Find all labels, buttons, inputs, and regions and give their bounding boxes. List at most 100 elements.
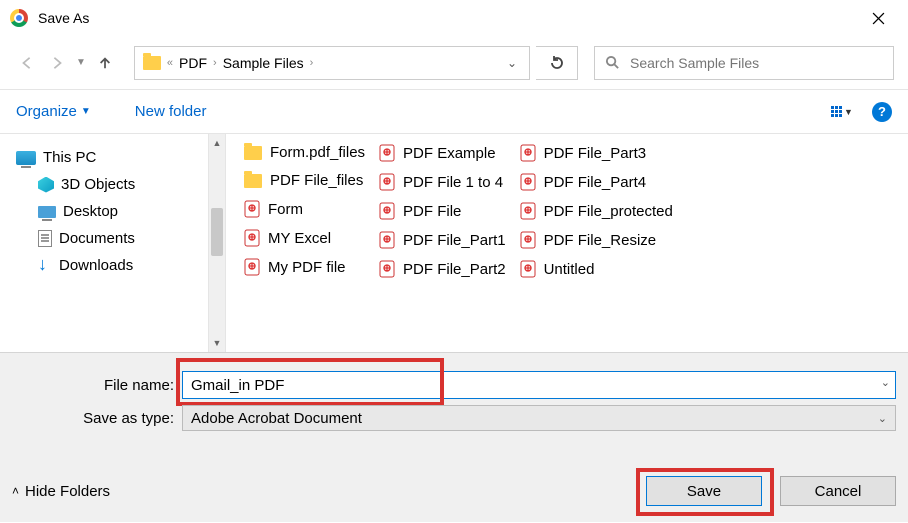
tree-item-downloads[interactable]: ↓ Downloads bbox=[12, 252, 208, 279]
tree-scrollbar[interactable]: ▲ ▼ bbox=[208, 134, 226, 352]
tree-item-desktop[interactable]: Desktop bbox=[12, 198, 208, 225]
scroll-down-icon[interactable]: ▼ bbox=[209, 334, 225, 352]
file-item[interactable]: My PDF file bbox=[244, 258, 365, 276]
cancel-button[interactable]: Cancel bbox=[780, 476, 896, 506]
breadcrumb-item[interactable]: Sample Files bbox=[223, 55, 304, 71]
file-label: PDF File bbox=[403, 203, 461, 220]
address-bar[interactable]: « PDF › Sample Files › ⌄ bbox=[134, 46, 530, 80]
hide-folders-label: Hide Folders bbox=[25, 483, 110, 500]
navigation-tree: This PC 3D Objects Desktop Documents ↓ D… bbox=[0, 134, 208, 352]
pdf-icon bbox=[520, 202, 536, 220]
file-item[interactable]: PDF File_Part4 bbox=[520, 173, 673, 191]
save-type-select[interactable]: Adobe Acrobat Document ⌄ bbox=[182, 405, 896, 431]
file-item[interactable]: Form.pdf_files bbox=[244, 144, 365, 161]
window-title: Save As bbox=[38, 10, 858, 26]
close-button[interactable] bbox=[858, 3, 898, 33]
file-label: PDF File_Part1 bbox=[403, 232, 506, 249]
breadcrumb-prefix: « bbox=[167, 57, 173, 69]
folder-icon bbox=[143, 56, 161, 70]
tree-item-documents[interactable]: Documents bbox=[12, 225, 208, 252]
file-item[interactable]: PDF File 1 to 4 bbox=[379, 173, 506, 191]
file-label: Form.pdf_files bbox=[270, 144, 365, 161]
change-view-button[interactable]: ▼ bbox=[824, 98, 860, 126]
hide-folders-button[interactable]: ˄ Hide Folders bbox=[12, 483, 110, 500]
file-label: PDF File_Part4 bbox=[544, 174, 647, 191]
up-button[interactable] bbox=[92, 50, 118, 76]
file-item[interactable]: PDF File_Resize bbox=[520, 231, 673, 249]
help-button[interactable]: ? bbox=[872, 102, 892, 122]
save-type-value: Adobe Acrobat Document bbox=[191, 410, 362, 427]
pdf-icon bbox=[244, 229, 260, 247]
new-folder-button[interactable]: New folder bbox=[135, 103, 207, 120]
chevron-icon: › bbox=[310, 57, 314, 69]
file-item[interactable]: PDF File_files bbox=[244, 172, 365, 189]
file-label: Form bbox=[268, 201, 303, 218]
folder-icon bbox=[244, 174, 262, 188]
pdf-icon bbox=[379, 173, 395, 191]
toolbar: Organize ▼ New folder ▼ ? bbox=[0, 90, 908, 134]
recent-dropdown[interactable]: ▼ bbox=[74, 57, 88, 68]
nav-arrows: ▼ bbox=[14, 50, 118, 76]
file-item[interactable]: Form bbox=[244, 200, 365, 218]
download-icon: ↓ bbox=[38, 259, 52, 273]
save-type-label: Save as type: bbox=[12, 410, 182, 427]
pdf-icon bbox=[379, 231, 395, 249]
tree-label: Documents bbox=[59, 230, 135, 247]
organize-label: Organize bbox=[16, 103, 77, 120]
tree-item-this-pc[interactable]: This PC bbox=[12, 144, 208, 171]
tree-label: This PC bbox=[43, 149, 96, 166]
search-input[interactable] bbox=[628, 54, 883, 72]
view-icon bbox=[831, 106, 842, 117]
pdf-icon bbox=[244, 200, 260, 218]
file-label: PDF File 1 to 4 bbox=[403, 174, 503, 191]
file-item[interactable]: PDF File_protected bbox=[520, 202, 673, 220]
pdf-icon bbox=[520, 173, 536, 191]
organize-button[interactable]: Organize ▼ bbox=[16, 103, 91, 120]
file-item[interactable]: Untitled bbox=[520, 260, 673, 278]
address-dropdown[interactable]: ⌄ bbox=[503, 56, 521, 70]
file-label: PDF File_Resize bbox=[544, 232, 657, 249]
file-label: My PDF file bbox=[268, 259, 346, 276]
document-icon bbox=[38, 230, 52, 247]
caret-down-icon: ⌄ bbox=[878, 412, 887, 425]
scroll-thumb[interactable] bbox=[211, 208, 223, 256]
pdf-icon bbox=[379, 144, 395, 162]
filename-input[interactable] bbox=[182, 371, 896, 399]
search-icon bbox=[605, 55, 620, 70]
file-label: MY Excel bbox=[268, 230, 331, 247]
pdf-icon bbox=[379, 202, 395, 220]
file-label: PDF File_Part3 bbox=[544, 145, 647, 162]
file-label: PDF File_files bbox=[270, 172, 363, 189]
file-label: PDF Example bbox=[403, 145, 496, 162]
tree-label: Desktop bbox=[63, 203, 118, 220]
pdf-icon bbox=[520, 260, 536, 278]
file-item[interactable]: PDF Example bbox=[379, 144, 506, 162]
back-button[interactable] bbox=[14, 50, 40, 76]
forward-button[interactable] bbox=[44, 50, 70, 76]
navigation-bar: ▼ « PDF › Sample Files › ⌄ bbox=[0, 36, 908, 90]
breadcrumb: « PDF › Sample Files › bbox=[167, 55, 313, 71]
form-area: File name: ⌄ Save as type: Adobe Acrobat… bbox=[0, 352, 908, 522]
caret-down-icon: ▼ bbox=[81, 106, 91, 117]
filename-dropdown[interactable]: ⌄ bbox=[881, 376, 890, 389]
pdf-icon bbox=[520, 144, 536, 162]
save-button[interactable]: Save bbox=[646, 476, 762, 506]
cube-icon bbox=[38, 177, 54, 193]
pdf-icon bbox=[244, 258, 260, 276]
file-item[interactable]: MY Excel bbox=[244, 229, 365, 247]
tree-item-3d-objects[interactable]: 3D Objects bbox=[12, 171, 208, 198]
search-box[interactable] bbox=[594, 46, 894, 80]
file-item[interactable]: PDF File_Part2 bbox=[379, 260, 506, 278]
pc-icon bbox=[16, 151, 36, 165]
main-area: This PC 3D Objects Desktop Documents ↓ D… bbox=[0, 134, 908, 352]
breadcrumb-item[interactable]: PDF bbox=[179, 55, 207, 71]
file-item[interactable]: PDF File bbox=[379, 202, 506, 220]
scroll-up-icon[interactable]: ▲ bbox=[209, 134, 225, 152]
file-item[interactable]: PDF File_Part1 bbox=[379, 231, 506, 249]
chrome-icon bbox=[10, 9, 28, 27]
tree-label: Downloads bbox=[59, 257, 133, 274]
refresh-button[interactable] bbox=[536, 46, 578, 80]
title-bar: Save As bbox=[0, 0, 908, 36]
pdf-icon bbox=[520, 231, 536, 249]
file-item[interactable]: PDF File_Part3 bbox=[520, 144, 673, 162]
